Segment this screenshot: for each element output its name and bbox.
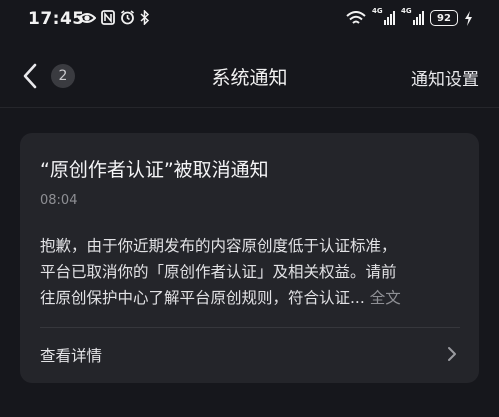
notification-card[interactable]: “原创作者认证”被取消通知 08:04 抱歉，由于你近期发布的内容原创度低于认证… — [20, 133, 479, 383]
status-bar: 17:45 4G 4G 92 — [0, 0, 499, 40]
bluetooth-icon — [140, 10, 150, 25]
view-details-row[interactable]: 查看详情 — [40, 328, 460, 378]
alarm-icon — [121, 10, 134, 25]
network-type-sim1: 4G — [372, 7, 383, 15]
eye-icon — [78, 12, 96, 23]
network-type-sim2: 4G — [401, 7, 412, 15]
notification-body-line: 往原创保护中心了解平台原创规则，符合认证... — [40, 289, 365, 307]
charging-icon — [465, 10, 472, 26]
notification-body-line: 抱歉，由于你近期发布的内容原创度低于认证标准， — [40, 237, 397, 255]
notification-body-line-last: 往原创保护中心了解平台原创规则，符合认证... 全文 — [40, 285, 460, 311]
full-text-link[interactable]: 全文 — [370, 289, 401, 307]
signal-icon-sim1: 4G — [372, 7, 395, 25]
chevron-right-icon — [448, 347, 456, 361]
signal-icon-sim2: 4G — [401, 7, 424, 25]
battery-icon: 92 — [430, 10, 458, 26]
notification-body-line: 平台已取消你的「原创作者认证」及相关权益。请前 — [40, 263, 397, 281]
notification-title: “原创作者认证”被取消通知 — [40, 159, 269, 181]
nav-divider — [0, 107, 499, 108]
status-time: 17:45 — [28, 9, 85, 29]
wifi-icon — [346, 10, 366, 24]
nav-bar: 2 系统通知 通知设置 — [0, 48, 499, 106]
nfc-icon — [101, 10, 115, 25]
notification-time: 08:04 — [40, 193, 78, 208]
battery-level: 92 — [437, 12, 451, 24]
status-icons-right: 4G 4G 92 — [346, 7, 473, 26]
view-details-label: 查看详情 — [40, 347, 103, 365]
status-icons-left — [78, 10, 150, 25]
notification-settings-button[interactable]: 通知设置 — [411, 65, 479, 90]
notification-body: 抱歉，由于你近期发布的内容原创度低于认证标准， 平台已取消你的「原创作者认证」及… — [40, 233, 460, 311]
